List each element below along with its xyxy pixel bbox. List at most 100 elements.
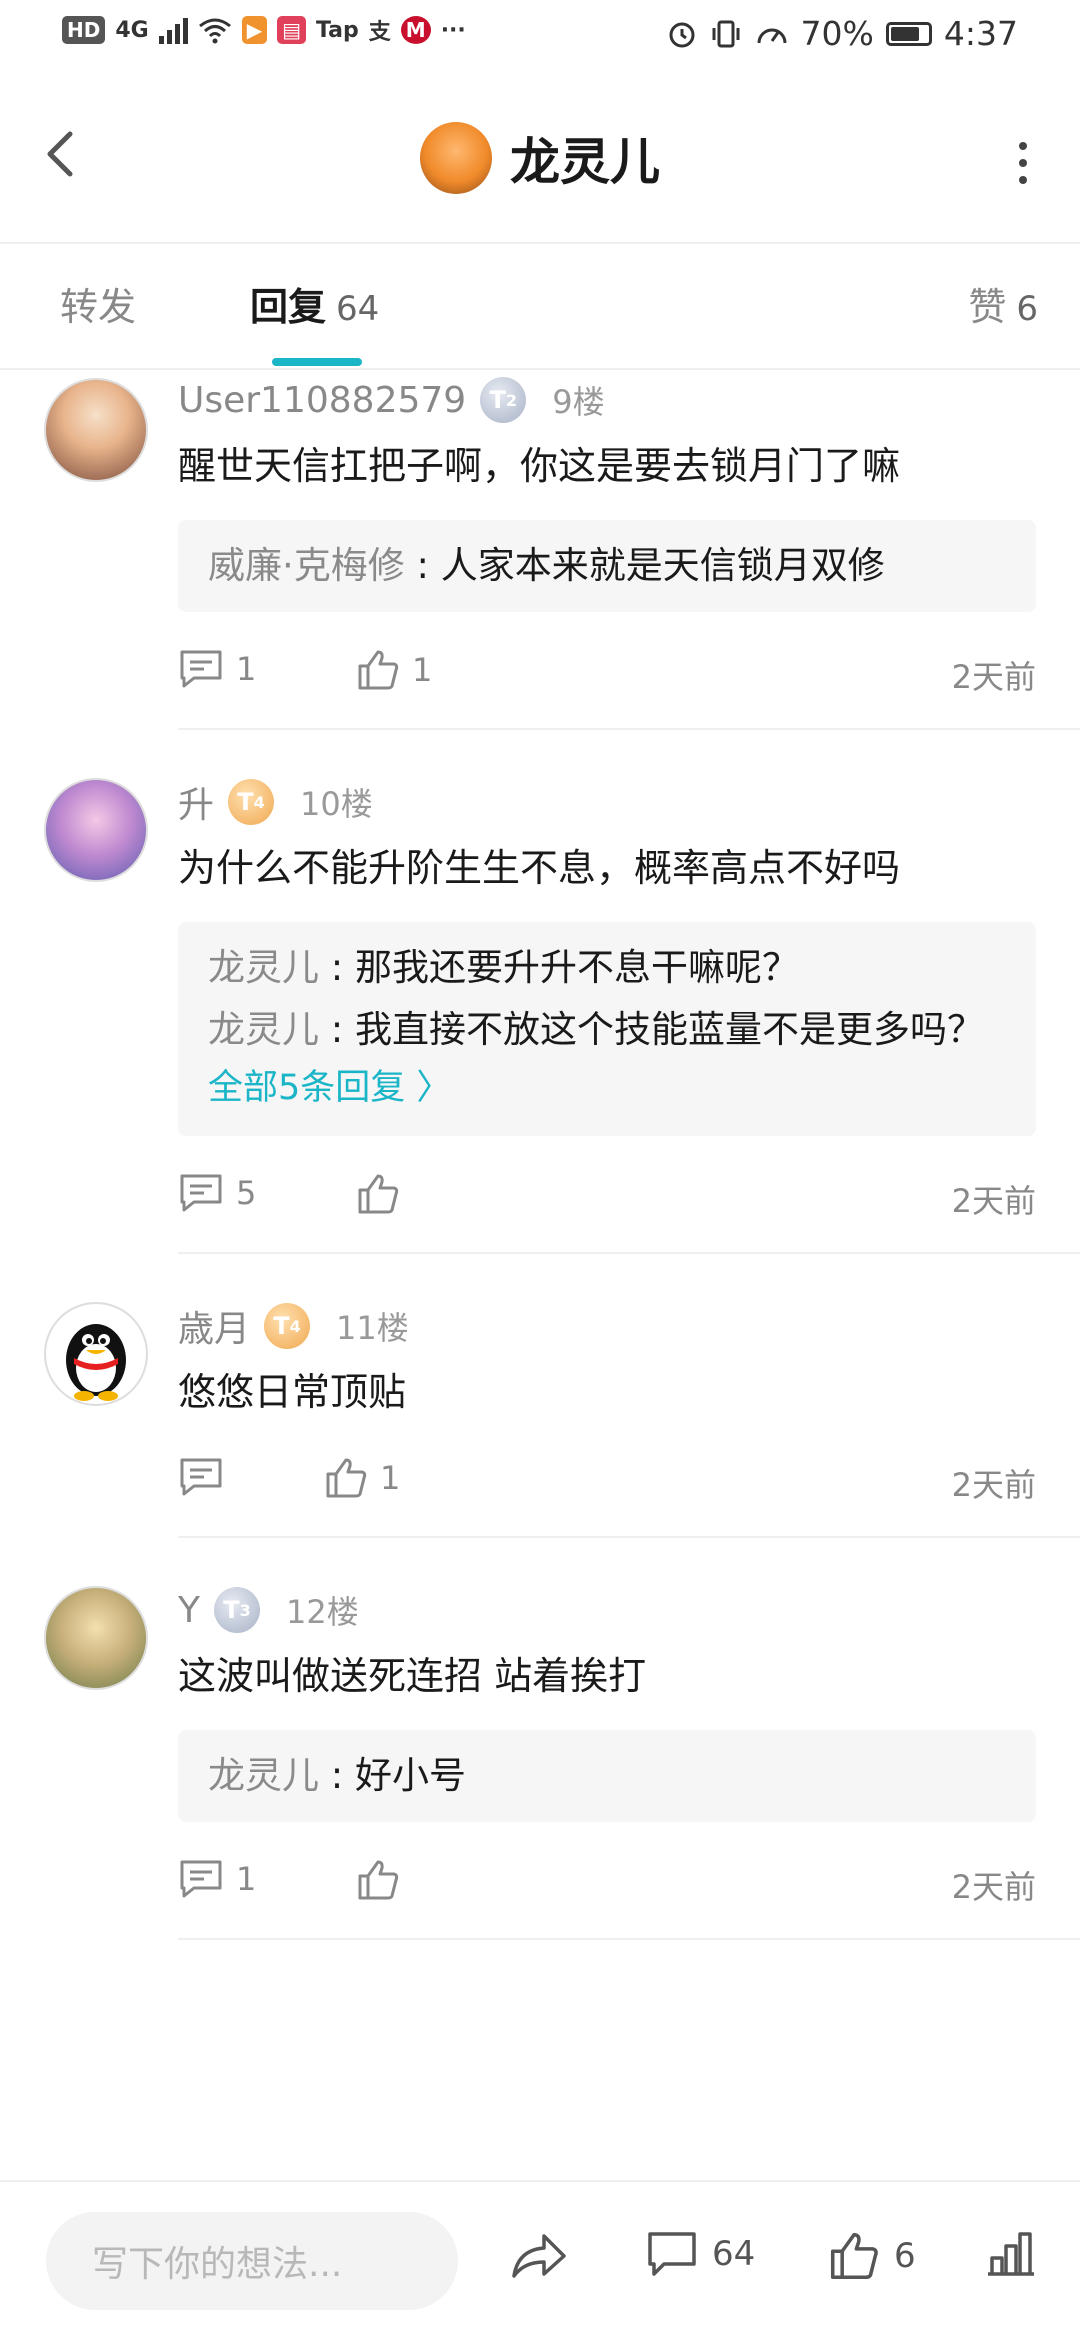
thumbs-up-icon xyxy=(326,1458,367,1498)
top-app-bar: 龙灵儿 xyxy=(0,72,1080,244)
speed-icon xyxy=(757,28,787,43)
comment-button[interactable]: 1 xyxy=(178,1858,256,1900)
penguin-avatar-icon xyxy=(66,1324,126,1401)
username[interactable]: 升 xyxy=(178,776,214,828)
sub-reply-author[interactable]: 龙灵儿 xyxy=(208,1008,319,1051)
dot-icon xyxy=(1019,142,1027,150)
post-time: 2天前 xyxy=(951,1868,1036,1906)
reply-text: 这波叫做送死连招 站着挨打 xyxy=(178,1654,647,1698)
sub-reply: 龙灵儿 : 那我还要升升不息干嘛呢？ xyxy=(208,940,1006,996)
tab-replies-count: 64 xyxy=(336,289,380,329)
comment-icon xyxy=(648,2232,696,2276)
video-app-icon: ▶ xyxy=(241,16,268,44)
wifi-icon xyxy=(198,18,231,44)
like-count: 1 xyxy=(380,1459,401,1497)
post-time: 2天前 xyxy=(951,1182,1036,1220)
username[interactable]: Y xyxy=(178,1590,200,1631)
thumbs-up-icon xyxy=(830,2232,878,2280)
comment-button[interactable]: 5 xyxy=(178,1172,256,1214)
user-avatar[interactable] xyxy=(44,1302,148,1406)
sub-reply-text: 人家本来就是天信锁月双修 xyxy=(440,544,885,587)
post-time: 2天前 xyxy=(951,658,1036,696)
reply-list: User110882579 T2 9楼 醒世天信扛把子啊，你这是要去锁月门了嘛 … xyxy=(0,370,1080,1940)
floor-number: 11楼 xyxy=(336,1309,409,1347)
sub-reply-author[interactable]: 龙灵儿 xyxy=(208,1754,319,1797)
view-all-replies-link[interactable]: 全部5条回复 〉 xyxy=(208,1058,1006,1118)
like-button[interactable] xyxy=(356,1858,412,1902)
tap-app-icon: Tap xyxy=(316,17,359,43)
page-title: 龙灵儿 xyxy=(510,133,660,191)
username[interactable]: User110882579 xyxy=(178,380,466,421)
tab-likes[interactable]: 赞6 xyxy=(968,276,1038,331)
thumbs-up-icon xyxy=(358,650,399,690)
level-badge-icon: T3 xyxy=(214,1587,260,1633)
comments-button[interactable]: 64 xyxy=(646,2230,755,2278)
user-avatar[interactable] xyxy=(44,378,148,482)
sub-reply-separator: : xyxy=(404,544,441,587)
likes-count: 6 xyxy=(894,2236,916,2276)
reply-text: 为什么不能升阶生生不息，概率高点不好吗 xyxy=(178,846,901,890)
comment-button[interactable] xyxy=(178,1456,236,1498)
sub-reply: 龙灵儿 : 好小号 xyxy=(208,1748,1006,1804)
clock: 4:37 xyxy=(943,14,1018,53)
like-button[interactable]: 1 xyxy=(356,648,432,692)
dot-icon xyxy=(1019,176,1027,184)
comment-button[interactable]: 1 xyxy=(178,648,256,690)
like-button[interactable] xyxy=(356,1172,412,1216)
sub-reply-text: 我直接不放这个技能蓝量不是更多吗？ xyxy=(355,1008,984,1051)
reply-text: 醒世天信扛把子啊，你这是要去锁月门了嘛 xyxy=(178,444,901,488)
alarm-icon xyxy=(669,22,695,47)
reply-text: 悠悠日常顶贴 xyxy=(178,1370,407,1414)
comment-count: 1 xyxy=(236,1860,257,1898)
floor-number: 10楼 xyxy=(300,785,373,823)
reply-item: User110882579 T2 9楼 醒世天信扛把子啊，你这是要去锁月门了嘛 … xyxy=(44,370,1080,730)
floor-number: 9楼 xyxy=(552,383,605,421)
username[interactable]: 歳月 xyxy=(178,1300,250,1352)
sub-reply: 威廉·克梅修 : 人家本来就是天信锁月双修 xyxy=(208,538,1006,594)
comment-icon xyxy=(180,650,222,688)
sub-reply: 龙灵儿 : 我直接不放这个技能蓝量不是更多吗？ xyxy=(208,1002,1006,1058)
tab-likes-label: 赞 xyxy=(968,285,1007,329)
tab-reposts[interactable]: 转发 xyxy=(60,276,136,331)
comment-input[interactable]: 写下你的想法... xyxy=(46,2212,458,2310)
status-bar: HD 4G ▶ ▤ Tap 支 M ··· 70% 4:37 xyxy=(0,0,1080,72)
level-badge-icon: T4 xyxy=(228,779,275,825)
stats-button[interactable] xyxy=(986,2230,1036,2278)
tab-replies[interactable]: 回复 64 xyxy=(250,276,379,331)
bank-app-icon: M xyxy=(400,16,431,44)
hd-indicator: HD xyxy=(62,16,106,44)
dot-icon xyxy=(1019,159,1027,167)
thumbs-up-icon xyxy=(358,1860,399,1900)
sub-replies[interactable]: 龙灵儿 : 好小号 xyxy=(178,1730,1036,1822)
signal-icon xyxy=(158,16,188,44)
more-options-button[interactable] xyxy=(1018,142,1028,184)
sub-reply-text: 好小号 xyxy=(355,1754,466,1797)
user-avatar[interactable] xyxy=(44,778,148,882)
sub-reply-author[interactable]: 龙灵儿 xyxy=(208,946,319,989)
network-type: 4G xyxy=(115,17,149,43)
comment-icon xyxy=(180,1860,222,1898)
comment-icon xyxy=(180,1174,222,1212)
sub-reply-separator: : xyxy=(319,1008,355,1051)
floor-number: 12楼 xyxy=(286,1593,359,1631)
reply-item: 升 T4 10楼 为什么不能升阶生生不息，概率高点不好吗 龙灵儿 : 那我还要升… xyxy=(44,730,1080,1254)
user-avatar[interactable] xyxy=(44,1586,148,1690)
tab-bar: 转发 回复 64 赞6 xyxy=(0,244,1080,370)
sub-reply-author[interactable]: 威廉·克梅修 xyxy=(208,544,405,587)
sub-replies[interactable]: 威廉·克梅修 : 人家本来就是天信锁月双修 xyxy=(178,520,1036,612)
battery-percent: 70% xyxy=(800,14,874,53)
reply-item: Y T3 12楼 这波叫做送死连招 站着挨打 龙灵儿 : 好小号 1 2天前 xyxy=(44,1538,1080,1940)
sub-reply-separator: : xyxy=(319,1754,355,1797)
sub-replies[interactable]: 龙灵儿 : 那我还要升升不息干嘛呢？ 龙灵儿 : 我直接不放这个技能蓝量不是更多… xyxy=(178,922,1036,1136)
like-button[interactable]: 1 xyxy=(324,1456,400,1500)
share-button[interactable] xyxy=(510,2230,568,2282)
tab-likes-count: 6 xyxy=(1016,289,1038,329)
tab-replies-label: 回复 xyxy=(250,285,327,329)
author-avatar[interactable] xyxy=(420,122,492,194)
battery-icon xyxy=(885,21,932,46)
book-app-icon: ▤ xyxy=(277,16,307,44)
vibrate-icon xyxy=(712,20,740,47)
like-post-button[interactable]: 6 xyxy=(828,2230,916,2282)
share-icon xyxy=(512,2234,566,2278)
sub-reply-text: 那我还要升升不息干嘛呢？ xyxy=(355,946,799,989)
